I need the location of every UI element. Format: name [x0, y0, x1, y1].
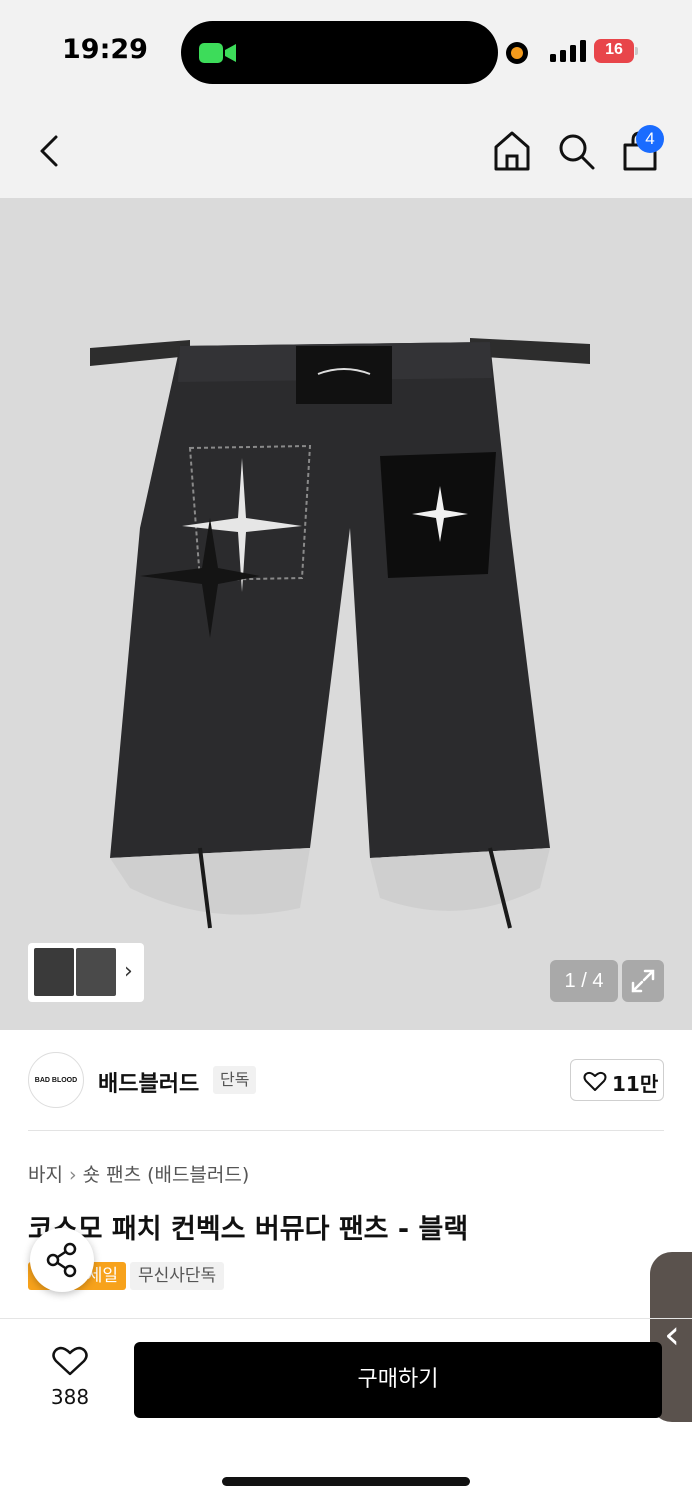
heart-icon	[583, 1071, 607, 1091]
image-page-counter: 1 / 4	[550, 960, 618, 1002]
brand-logo[interactable]: BAD BLOOD	[28, 1052, 84, 1108]
buy-button[interactable]: 구매하기	[134, 1342, 662, 1418]
breadcrumb-category[interactable]: 바지	[28, 1164, 63, 1186]
home-icon[interactable]	[492, 129, 532, 173]
thumbnail-strip[interactable]: ›	[28, 943, 144, 1002]
expand-button[interactable]	[622, 960, 664, 1002]
divider	[28, 1130, 664, 1131]
share-button[interactable]	[30, 1228, 94, 1292]
wishlist-button[interactable]: 388	[38, 1345, 102, 1415]
breadcrumb-brand[interactable]: (배드블러드)	[147, 1164, 249, 1186]
cellular-signal-icon	[550, 40, 586, 62]
battery-icon: 16	[594, 39, 638, 63]
heart-icon	[52, 1346, 88, 1376]
brand-exclusive-tag: 단독	[213, 1066, 257, 1094]
breadcrumb-separator: ›	[68, 1164, 77, 1186]
wishlist-count: 388	[50, 1385, 90, 1409]
battery-level: 16	[605, 41, 623, 58]
home-indicator	[222, 1477, 470, 1486]
bottom-bar-divider	[0, 1318, 692, 1319]
thumbnail-image[interactable]	[76, 948, 116, 996]
expand-icon	[631, 969, 655, 993]
facetime-camera-icon	[199, 43, 236, 63]
share-icon	[46, 1242, 77, 1278]
chevron-right-icon[interactable]: ›	[124, 959, 133, 984]
dynamic-island	[181, 21, 498, 84]
breadcrumb: 바지 › 숏 팬츠 (배드블러드)	[28, 1160, 255, 1187]
thumbnail-image[interactable]	[34, 948, 74, 996]
battery-tip	[635, 47, 638, 55]
product-title: 코스모 패치 컨벡스 버뮤다 팬츠 - 블랙	[28, 1214, 469, 1245]
breadcrumb-subcategory[interactable]: 숏 팬츠	[83, 1164, 141, 1186]
status-time: 19:29	[62, 34, 148, 65]
product-image-gallery[interactable]: › 1 / 4	[0, 198, 692, 1030]
exclusive-badge: 무신사단독	[130, 1262, 225, 1290]
nav-bar	[0, 105, 692, 198]
back-icon[interactable]	[34, 131, 66, 171]
brand-name[interactable]: 배드블러드	[98, 1066, 199, 1098]
privacy-indicator	[506, 42, 528, 64]
brand-like-button[interactable]: 11만	[570, 1059, 664, 1101]
brand-like-count: 11만	[612, 1072, 659, 1096]
product-photo	[90, 338, 590, 929]
cart-count-badge: 4	[636, 125, 664, 153]
status-bar: 19:29 16	[0, 0, 692, 105]
search-icon[interactable]	[556, 131, 596, 171]
